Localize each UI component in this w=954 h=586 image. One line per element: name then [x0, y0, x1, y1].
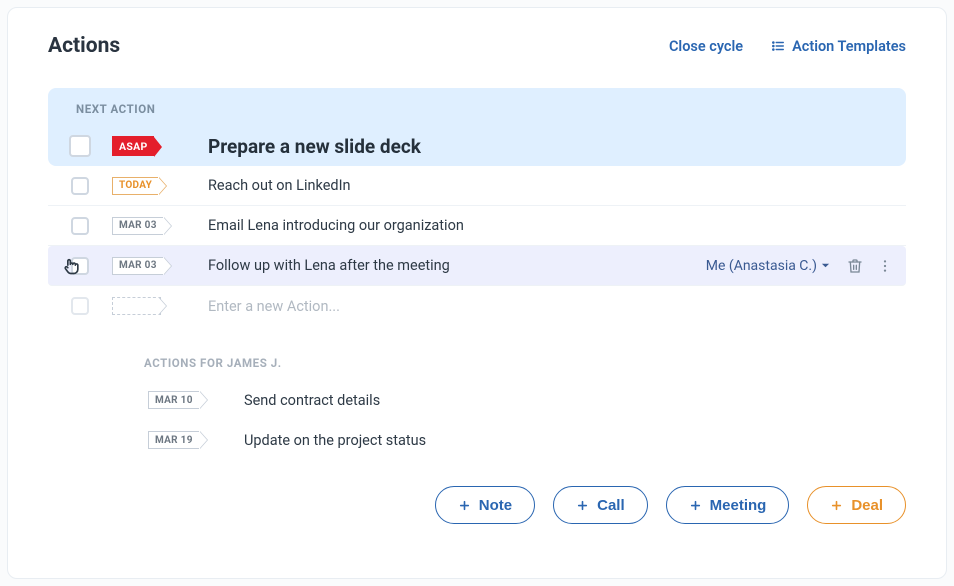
action-row-active[interactable]: MAR 03 Follow up with Lena after the mee…	[48, 246, 906, 286]
close-cycle-link[interactable]: Close cycle	[669, 38, 743, 55]
action-title: Send contract details	[234, 392, 896, 409]
action-row[interactable]: MAR 03 Email Lena introducing our organi…	[48, 206, 906, 246]
add-call-button[interactable]: Call	[553, 486, 648, 524]
action-templates-label: Action Templates	[792, 38, 906, 55]
assignee-label: Me (Anastasia C.)	[706, 258, 817, 274]
new-action-row[interactable]: XXXXX Enter a new Action...	[48, 286, 906, 326]
more-vertical-icon	[877, 258, 893, 274]
date-tag: MAR 19	[148, 431, 199, 449]
add-meeting-button[interactable]: Meeting	[666, 486, 790, 524]
chevron-down-icon	[821, 261, 830, 270]
action-templates-link[interactable]: Action Templates	[771, 38, 906, 55]
next-action-checkbox[interactable]	[69, 135, 91, 157]
section-header: ACTIONS FOR JAMES J.	[8, 326, 946, 380]
add-note-label: Note	[479, 497, 512, 514]
delete-button[interactable]	[844, 255, 866, 277]
drag-cursor-icon	[62, 256, 82, 276]
new-action-checkbox[interactable]	[71, 297, 89, 315]
plus-icon	[576, 499, 589, 512]
add-note-button[interactable]: Note	[435, 486, 535, 524]
actions-card: Actions Close cycle Action Templates NEX…	[7, 7, 947, 579]
action-title: Update on the project status	[234, 432, 896, 449]
next-action-label: NEXT ACTION	[48, 102, 906, 126]
action-title: Follow up with Lena after the meeting	[198, 257, 706, 274]
action-title: Email Lena introducing our organization	[198, 217, 896, 234]
action-list: TODAY Reach out on LinkedIn MAR 03 Email…	[48, 166, 906, 326]
add-deal-button[interactable]: Deal	[807, 486, 906, 524]
action-title: Reach out on LinkedIn	[198, 177, 896, 194]
assignee-dropdown[interactable]: Me (Anastasia C.)	[706, 258, 830, 274]
next-action-banner: NEXT ACTION ASAP Prepare a new slide dec…	[48, 88, 906, 166]
more-menu-button[interactable]	[874, 255, 896, 277]
priority-tag-asap: ASAP	[112, 136, 154, 156]
header: Actions Close cycle Action Templates	[8, 34, 946, 76]
action-checkbox[interactable]	[71, 177, 89, 195]
date-tag: MAR 10	[148, 391, 199, 409]
add-call-label: Call	[597, 497, 625, 514]
footer-actions: Note Call Meeting Deal	[8, 460, 946, 524]
header-actions: Close cycle Action Templates	[669, 38, 906, 55]
next-action-title: Prepare a new slide deck	[198, 135, 896, 158]
action-row[interactable]: MAR 10 Send contract details	[48, 380, 906, 420]
date-tag: MAR 03	[112, 257, 163, 275]
new-action-input[interactable]: Enter a new Action...	[198, 298, 896, 315]
plus-icon	[830, 499, 843, 512]
secondary-action-list: MAR 10 Send contract details MAR 19 Upda…	[48, 380, 906, 460]
plus-icon	[689, 499, 702, 512]
action-row[interactable]: TODAY Reach out on LinkedIn	[48, 166, 906, 206]
list-icon	[771, 39, 785, 53]
trash-icon	[847, 258, 863, 274]
plus-icon	[458, 499, 471, 512]
add-meeting-label: Meeting	[710, 497, 767, 514]
date-tag: MAR 03	[112, 217, 163, 235]
action-checkbox[interactable]	[71, 217, 89, 235]
add-deal-label: Deal	[851, 497, 883, 514]
date-tag-empty[interactable]: XXXXX	[112, 297, 161, 315]
date-tag: TODAY	[112, 177, 158, 195]
action-row[interactable]: MAR 19 Update on the project status	[48, 420, 906, 460]
page-title: Actions	[48, 34, 120, 58]
next-action-row[interactable]: ASAP Prepare a new slide deck	[48, 126, 906, 166]
